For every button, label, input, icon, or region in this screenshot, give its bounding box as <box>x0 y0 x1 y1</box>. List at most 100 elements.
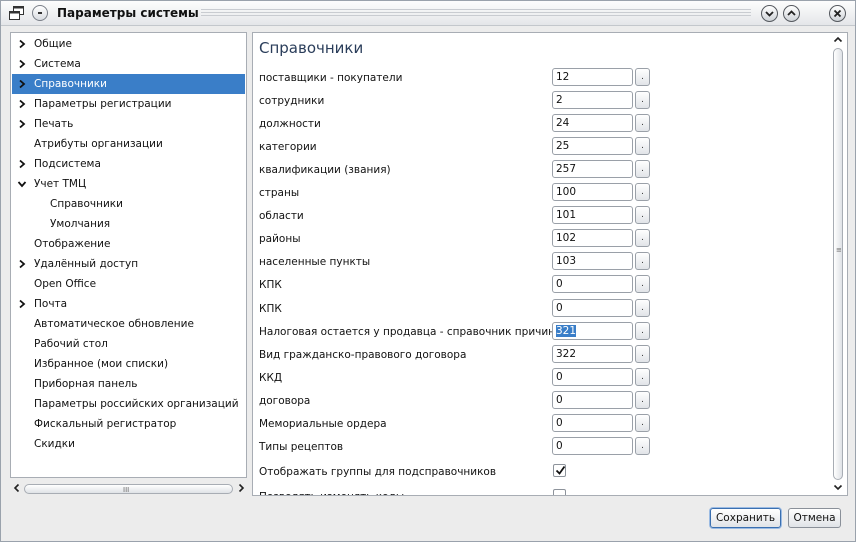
tree-item[interactable]: Учет ТМЦ <box>12 174 245 194</box>
windows-icon[interactable] <box>9 6 24 20</box>
browse-button[interactable]: . <box>635 137 650 155</box>
tree-item-label: Параметры российских организаций <box>34 398 239 410</box>
code-input[interactable]: 257 <box>552 160 633 178</box>
close-button[interactable] <box>829 5 846 22</box>
cancel-button[interactable]: Отмена <box>788 508 841 528</box>
tree-item[interactable]: Параметры российских организаций <box>12 394 245 414</box>
tree-item[interactable]: Печать <box>12 114 245 134</box>
browse-button[interactable]: . <box>635 299 650 317</box>
tree-item[interactable]: Параметры регистрации <box>12 94 245 114</box>
code-input-value: 0 <box>556 371 563 383</box>
tree-item[interactable]: Удалённый доступ <box>12 254 245 274</box>
chevron-right-icon[interactable] <box>17 299 27 309</box>
tree-item[interactable]: Атрибуты организации <box>12 134 245 154</box>
tree-item[interactable]: Отображение <box>12 234 245 254</box>
tree-item-label: Фискальный регистратор <box>34 418 177 430</box>
code-input[interactable]: 321 <box>552 322 633 340</box>
browse-button[interactable]: . <box>635 391 650 409</box>
save-button[interactable]: Сохранить <box>710 508 781 528</box>
maximize-button[interactable] <box>783 5 800 22</box>
form-row: сотрудники 2. <box>253 90 828 111</box>
chevron-down-icon[interactable] <box>833 482 843 492</box>
window-menu-icon[interactable] <box>32 5 48 21</box>
code-input[interactable]: 100 <box>552 183 633 201</box>
title-bar[interactable]: Параметры системы <box>1 1 855 26</box>
browse-button[interactable]: . <box>635 322 650 340</box>
chevron-up-icon[interactable] <box>833 35 843 45</box>
chevron-right-icon[interactable] <box>17 59 27 69</box>
code-input-value: 102 <box>556 232 577 244</box>
chevron-right-icon[interactable] <box>17 99 27 109</box>
field-label: страны <box>259 187 300 199</box>
code-input[interactable]: 102 <box>552 229 633 247</box>
field-label: КПК <box>259 279 282 291</box>
tree-item[interactable]: Умолчания <box>12 214 245 234</box>
code-input[interactable]: 0 <box>552 414 633 432</box>
browse-button[interactable]: . <box>635 229 650 247</box>
code-input[interactable]: 25 <box>552 137 633 155</box>
tree-item[interactable]: Справочники <box>12 74 245 94</box>
browse-button[interactable]: . <box>635 345 650 363</box>
browse-button[interactable]: . <box>635 183 650 201</box>
chevron-right-icon[interactable] <box>17 79 27 89</box>
tree-item[interactable]: Избранное (мои списки) <box>12 354 245 374</box>
tree-item[interactable]: Общие <box>12 34 245 54</box>
chevron-left-icon[interactable] <box>12 483 22 493</box>
chevron-right-icon[interactable] <box>17 119 27 129</box>
check-icon <box>555 465 566 475</box>
tree-item[interactable]: Система <box>12 54 245 74</box>
field-label: договора <box>259 395 311 407</box>
chevron-right-icon[interactable] <box>17 259 27 269</box>
scroll-thumb[interactable]: ≡ <box>833 48 843 480</box>
content-vertical-scrollbar[interactable]: ≡ <box>829 32 847 496</box>
tree-item[interactable]: Почта <box>12 294 245 314</box>
code-input[interactable]: 0 <box>552 391 633 409</box>
tree-item[interactable]: Подсистема <box>12 154 245 174</box>
code-input-value: 0 <box>556 278 563 290</box>
code-input[interactable]: 12 <box>552 68 633 86</box>
field-label: области <box>259 210 304 222</box>
tree-item[interactable]: Фискальный регистратор <box>12 414 245 434</box>
tree-item[interactable]: Приборная панель <box>12 374 245 394</box>
code-input[interactable]: 0 <box>552 437 633 455</box>
scroll-thumb[interactable]: III <box>24 484 233 494</box>
code-input[interactable]: 0 <box>552 275 633 293</box>
chevron-down-icon[interactable] <box>17 179 27 189</box>
browse-button[interactable]: . <box>635 68 650 86</box>
tree-item[interactable]: Open Office <box>12 274 245 294</box>
code-input[interactable]: 0 <box>552 299 633 317</box>
code-input[interactable]: 24 <box>552 114 633 132</box>
tree-item[interactable]: Рабочий стол <box>12 334 245 354</box>
tree-item-label: Справочники <box>34 78 107 90</box>
tree-item[interactable]: Справочники <box>12 194 245 214</box>
chevron-right-icon[interactable] <box>17 39 27 49</box>
code-input[interactable]: 0 <box>552 368 633 386</box>
chevron-right-icon[interactable] <box>236 483 246 493</box>
tree-item-label: Умолчания <box>50 218 111 230</box>
field-label: КПК <box>259 303 282 315</box>
browse-button[interactable]: . <box>635 275 650 293</box>
code-input[interactable]: 2 <box>552 91 633 109</box>
tree-item[interactable]: Автоматическое обновление <box>12 314 245 334</box>
browse-button[interactable]: . <box>635 368 650 386</box>
code-input[interactable]: 103 <box>552 252 633 270</box>
browse-button[interactable]: . <box>635 91 650 109</box>
tree-item-label: Рабочий стол <box>34 338 108 350</box>
browse-button[interactable]: . <box>635 160 650 178</box>
code-input[interactable]: 322 <box>552 345 633 363</box>
settings-tree[interactable]: Общие Система Справочники Параметры регистр… <box>10 32 247 478</box>
option-checkbox[interactable] <box>553 464 566 477</box>
chevron-right-icon[interactable] <box>17 159 27 169</box>
browse-button[interactable]: . <box>635 437 650 455</box>
browse-button[interactable]: . <box>635 252 650 270</box>
browse-button[interactable]: . <box>635 114 650 132</box>
field-label: Налоговая остается у продавца - справочн… <box>259 326 556 338</box>
minimize-button[interactable] <box>761 5 778 22</box>
tree-item[interactable]: Скидки <box>12 434 245 454</box>
tree-horizontal-scrollbar[interactable]: III <box>10 481 247 496</box>
tree-item-label: Подсистема <box>34 158 101 170</box>
code-input[interactable]: 101 <box>552 206 633 224</box>
browse-button[interactable]: . <box>635 206 650 224</box>
option-checkbox[interactable] <box>553 489 566 495</box>
browse-button[interactable]: . <box>635 414 650 432</box>
